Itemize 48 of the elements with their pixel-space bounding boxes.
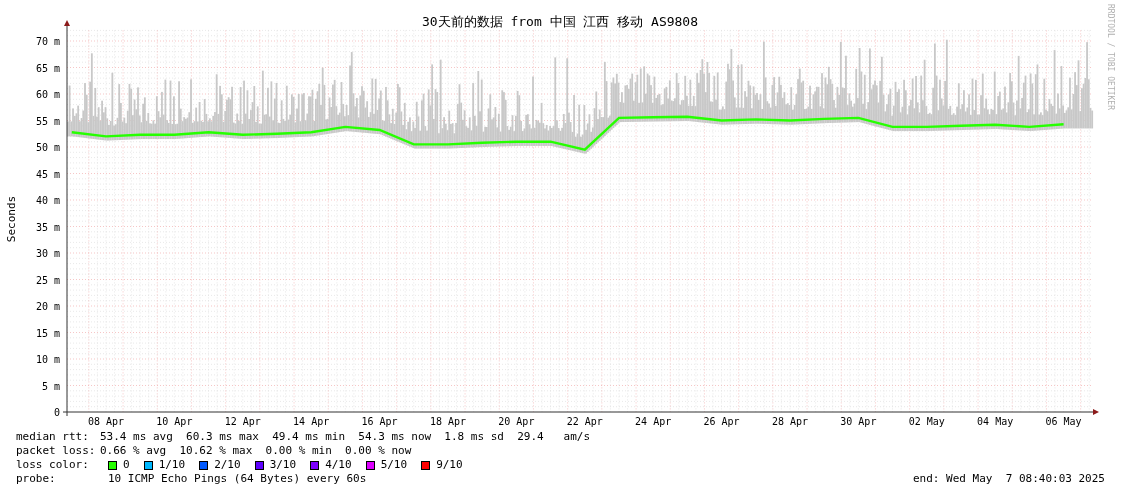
chart-title: 30天前的数据 from 中国 江西 移动 AS9808 (421, 14, 699, 29)
x-tick-label: 30 Apr (840, 416, 877, 427)
x-tick-label: 06 May (1045, 416, 1082, 427)
y-tick-label: 30 m (35, 248, 60, 259)
legend-item: 9/10 (436, 458, 463, 472)
legend-item: 4/10 (325, 458, 352, 472)
y-axis-label: Seconds (5, 195, 18, 243)
y-tick-label: 60 m (35, 89, 60, 100)
stat-value: 0.66 % avg 10.62 % max 0.00 % min 0.00 % now (100, 444, 412, 458)
y-tick-label: 5 m (41, 380, 60, 392)
x-tick-label: 12 Apr (224, 416, 261, 427)
legend-item: 3/10 (269, 458, 297, 472)
stat-label: median rtt: (16, 430, 90, 444)
legend-label: loss color: (16, 458, 90, 472)
y-tick-label: 45 m (35, 168, 60, 180)
y-tick-label: 35 m (35, 221, 60, 233)
x-tick-label: 24 Apr (635, 416, 672, 427)
y-tick-label: 20 m (35, 301, 60, 312)
x-tick-label: 20 Apr (498, 416, 535, 427)
x-tick-label: 08 Apr (87, 416, 124, 427)
x-tick-label: 26 Apr (703, 416, 740, 427)
end-time: end: Wed May 7 08:40:03 2025 (912, 472, 1105, 486)
x-tick-label: 04 May (977, 416, 1014, 427)
x-tick-label: 18 Apr (429, 416, 466, 427)
stat-label: packet loss: (16, 444, 97, 458)
x-tick-label: 02 May (908, 416, 945, 427)
legend-item: 5/10 (380, 458, 408, 472)
y-tick-label: 15 m (35, 327, 60, 339)
y-tick-label: 65 m (35, 62, 60, 74)
x-tick-label: 28 Apr (771, 416, 808, 427)
x-tick-label: 10 Apr (156, 416, 193, 427)
signature: RRDTOOL / TOBI OETIKER (1106, 4, 1115, 110)
stat-value: 53.4 ms avg 60.3 ms max 49.4 ms min 54.3 ms now 1.8 ms sd 29.4 am/s (100, 430, 591, 444)
x-tick-label: 16 Apr (361, 416, 398, 427)
legend-item: 2/10 (214, 458, 241, 472)
y-tick-label: 25 m (35, 274, 60, 286)
probe-label: probe: (16, 472, 57, 486)
y-tick-label: 50 m (35, 142, 60, 153)
y-tick-label: 40 m (35, 195, 60, 206)
legend-item: 1/10 (158, 458, 186, 472)
y-tick-label: 55 m (35, 115, 60, 127)
legend-item: 0 (123, 458, 130, 472)
y-tick-label: 0 (53, 407, 60, 418)
probe-value: 10 ICMP Echo Pings (64 Bytes) every 60s (108, 472, 367, 486)
y-tick-label: 70 m (35, 36, 60, 47)
x-tick-label: 22 Apr (566, 416, 603, 427)
y-tick-label: 10 m (35, 354, 60, 365)
x-tick-label: 14 Apr (293, 416, 330, 427)
